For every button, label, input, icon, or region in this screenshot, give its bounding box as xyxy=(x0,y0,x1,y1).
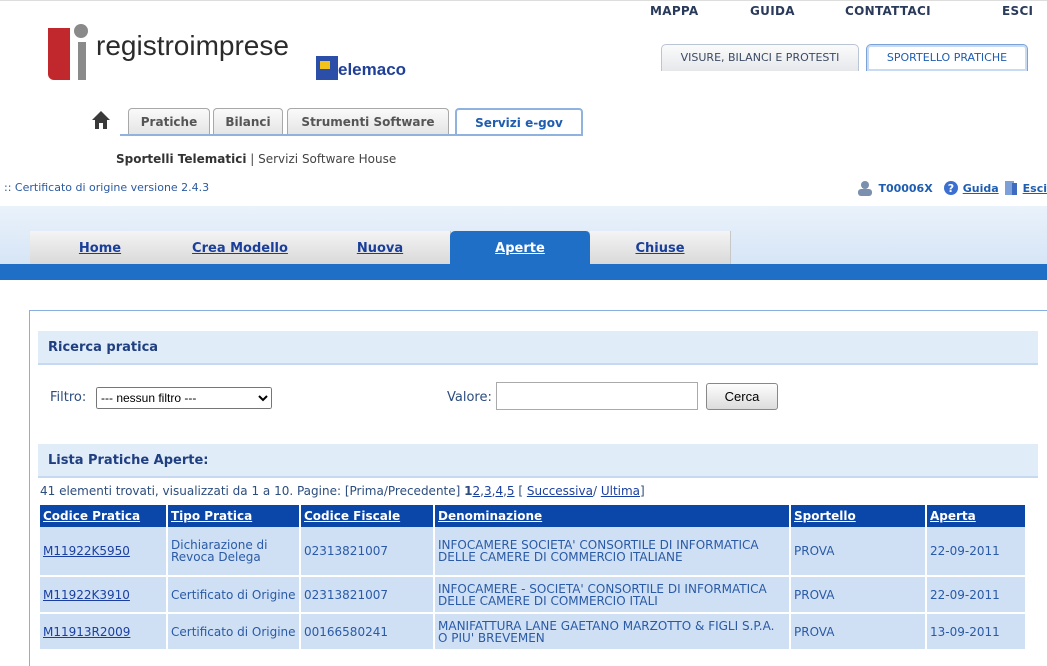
tab-nuova[interactable]: Nuova xyxy=(310,231,451,264)
tab-strumenti-software[interactable]: Strumenti Software xyxy=(287,108,449,135)
tab-home[interactable]: Home xyxy=(30,231,171,264)
codice-pratica-link[interactable]: M11913R2009 xyxy=(40,613,168,651)
tab-crea-modello[interactable]: Crea Modello xyxy=(170,231,311,264)
table-row: M11922K3910 Certificato di Origine 02313… xyxy=(40,576,1027,614)
page-link[interactable]: 4 xyxy=(495,484,503,498)
guida-link[interactable]: Guida xyxy=(963,182,999,195)
codice-fiscale-cell: 02313821007 xyxy=(300,527,435,577)
column-header[interactable]: Aperta xyxy=(926,505,1027,527)
search-section-title: Ricerca pratica xyxy=(38,331,1038,365)
exit-icon xyxy=(1004,181,1017,195)
telemaco-text: elemaco xyxy=(338,60,407,79)
codice-pratica-link[interactable]: M11922K3910 xyxy=(40,576,168,614)
top-link-guida[interactable]: GUIDA xyxy=(750,4,795,18)
value-label: Valore: xyxy=(447,390,492,405)
last-page-link[interactable]: Ultima xyxy=(601,484,640,498)
top-link-contattaci[interactable]: CONTATTACI xyxy=(845,4,931,18)
tab-chiuse[interactable]: Chiuse xyxy=(590,231,731,264)
tab-bilanci[interactable]: Bilanci xyxy=(213,108,283,135)
tab-sportello-pratiche[interactable]: SPORTELLO PRATICHE xyxy=(866,44,1028,71)
filter-label: Filtro: xyxy=(50,390,87,405)
top-divider xyxy=(0,0,1047,1)
column-header[interactable]: Codice Fiscale xyxy=(300,505,435,527)
codice-fiscale-cell: 00166580241 xyxy=(300,613,435,651)
codice-fiscale-cell: 02313821007 xyxy=(300,576,435,614)
denominazione-cell: INFOCAMERE - SOCIETA' CONSORTILE DI INFO… xyxy=(434,576,791,614)
codice-pratica-link[interactable]: M11922K5950 xyxy=(40,527,168,577)
sportello-cell: PROVA xyxy=(790,613,927,651)
logo-dot-mark xyxy=(74,24,88,38)
user-area: T00006X ? Guida Esci xyxy=(856,180,1047,196)
page-link[interactable]: 2 xyxy=(473,484,481,498)
pagination-summary: 41 elementi trovati, visualizzati da 1 a… xyxy=(40,484,461,498)
svg-text:?: ? xyxy=(948,182,954,195)
table-row: M11922K5950 Dichiarazione di Revoca Dele… xyxy=(40,527,1027,577)
tab-aperte[interactable]: Aperte xyxy=(450,231,591,264)
search-button[interactable]: Cerca xyxy=(706,383,778,410)
top-link-esci[interactable]: ESCI xyxy=(1002,4,1033,18)
tab-pratiche[interactable]: Pratiche xyxy=(128,108,210,135)
table-header-row: Codice Pratica Tipo Pratica Codice Fisca… xyxy=(40,505,1027,527)
pagination: 41 elementi trovati, visualizzati da 1 a… xyxy=(40,484,645,498)
help-icon: ? xyxy=(943,181,958,195)
tab-visure-bilanci-protesti[interactable]: VISURE, BILANCI E PROTESTI xyxy=(661,44,859,71)
tab-servizi-egov[interactable]: Servizi e-gov xyxy=(455,108,583,136)
subnav-sportelli-telematici[interactable]: Sportelli Telematici xyxy=(116,152,246,166)
sportello-cell: PROVA xyxy=(790,576,927,614)
sportello-cell: PROVA xyxy=(790,527,927,577)
column-header[interactable]: Codice Pratica xyxy=(40,505,168,527)
page-link[interactable]: 5 xyxy=(507,484,515,498)
nav-tabs-underline xyxy=(120,134,582,136)
table-row: M11913R2009 Certificato di Origine 00166… xyxy=(40,613,1027,651)
logo-text: registroimprese xyxy=(96,30,289,61)
subnav: Sportelli Telematici | Servizi Software … xyxy=(116,152,396,166)
column-header[interactable]: Denominazione xyxy=(434,505,791,527)
page-link[interactable]: 3 xyxy=(484,484,492,498)
subnav-servizi-software-house[interactable]: Servizi Software House xyxy=(258,152,396,166)
denominazione-cell: INFOCAMERE SOCIETA' CONSORTILE DI INFORM… xyxy=(434,527,791,577)
list-section-title: Lista Pratiche Aperte: xyxy=(38,444,1038,478)
denominazione-cell: MANIFATTURA LANE GAETANO MARZOTTO & FIGL… xyxy=(434,613,791,651)
main-tabs-bar xyxy=(0,264,1047,280)
aperta-cell: 22-09-2011 xyxy=(926,527,1027,577)
telemaco-icon xyxy=(316,56,338,80)
aperta-cell: 13-09-2011 xyxy=(926,613,1027,651)
value-input[interactable] xyxy=(496,382,698,410)
home-icon[interactable] xyxy=(92,110,110,130)
esci-link[interactable]: Esci xyxy=(1023,182,1047,195)
column-header[interactable]: Sportello xyxy=(790,505,927,527)
subnav-separator: | xyxy=(246,152,259,166)
user-icon xyxy=(858,181,873,196)
logo-red-mark xyxy=(48,28,70,80)
next-page-link[interactable]: Successiva xyxy=(527,484,593,498)
filter-select[interactable]: --- nessun filtro --- xyxy=(96,387,272,409)
tipo-pratica-cell: Dichiarazione di Revoca Delega xyxy=(167,527,301,577)
user-code: T00006X xyxy=(878,181,933,195)
aperta-cell: 22-09-2011 xyxy=(926,576,1027,614)
pagination-current-page: 1 xyxy=(464,484,473,498)
logo-bar-mark xyxy=(78,42,86,80)
column-header[interactable]: Tipo Pratica xyxy=(167,505,301,527)
tipo-pratica-cell: Certificato di Origine xyxy=(167,576,301,614)
breadcrumb: :: Certificato di origine versione 2.4.3 xyxy=(4,181,210,194)
top-link-mappa[interactable]: MAPPA xyxy=(650,4,699,18)
tipo-pratica-cell: Certificato di Origine xyxy=(167,613,301,651)
pratiche-table: Codice Pratica Tipo Pratica Codice Fisca… xyxy=(40,505,1027,651)
